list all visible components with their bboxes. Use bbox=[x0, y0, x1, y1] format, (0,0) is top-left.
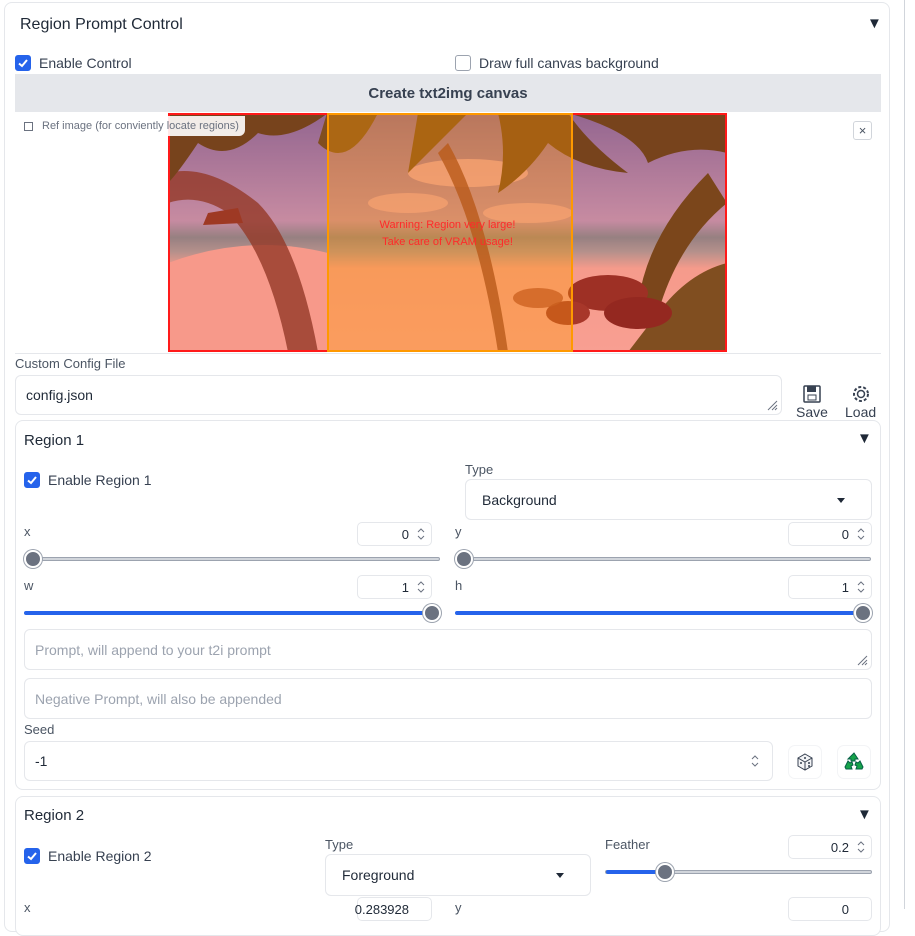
region1-w-number[interactable]: 1 bbox=[357, 575, 432, 599]
checkbox-checked-icon[interactable] bbox=[24, 848, 40, 864]
slider-fill bbox=[456, 611, 870, 615]
region1-w-slider[interactable] bbox=[24, 604, 441, 622]
region1-y-slider[interactable] bbox=[455, 550, 871, 568]
canvas-preview[interactable]: Warning: Region very large! Take care of… bbox=[168, 113, 727, 352]
region2-x-number[interactable]: 0.283928 bbox=[355, 897, 432, 921]
config-label: Custom Config File bbox=[15, 356, 126, 371]
spinner-icon[interactable] bbox=[416, 579, 426, 595]
draw-full-canvas-label: Draw full canvas background bbox=[479, 55, 659, 71]
gear-icon bbox=[852, 386, 869, 402]
region2-y-number[interactable]: 0 bbox=[788, 897, 872, 921]
enable-region2-checkbox[interactable]: Enable Region 2 bbox=[24, 848, 152, 864]
panel-title: Region Prompt Control bbox=[20, 16, 183, 33]
enable-region1-label: Enable Region 1 bbox=[48, 472, 152, 488]
region1-negative-prompt-input[interactable]: Negative Prompt, will also be appended bbox=[24, 678, 872, 719]
spinner-icon[interactable] bbox=[856, 579, 866, 595]
slider-thumb[interactable] bbox=[854, 604, 872, 622]
random-seed-button[interactable] bbox=[789, 746, 821, 778]
region1-h-slider[interactable] bbox=[455, 604, 872, 622]
region1-h-label: h bbox=[455, 578, 463, 593]
vram-warning-line2: Take care of VRAM usage! bbox=[382, 236, 513, 248]
region1-w-label: w bbox=[24, 578, 34, 593]
reuse-seed-button[interactable] bbox=[838, 746, 870, 778]
checkbox-unchecked-icon[interactable] bbox=[455, 55, 471, 71]
region2-title: Region 2 bbox=[24, 807, 85, 824]
region1-x-label: x bbox=[24, 524, 31, 539]
slider-thumb[interactable] bbox=[24, 550, 42, 568]
region1-h-number[interactable]: 1 bbox=[788, 575, 872, 599]
slider-thumb[interactable] bbox=[455, 550, 473, 568]
checkbox-checked-icon[interactable] bbox=[15, 55, 31, 71]
spinner-icon[interactable] bbox=[416, 526, 426, 542]
resize-grip-icon[interactable] bbox=[766, 399, 778, 411]
region1-title: Region 1 bbox=[24, 432, 85, 449]
region1-x-number[interactable]: 0 bbox=[357, 522, 432, 546]
region1-type-label: Type bbox=[465, 462, 494, 477]
config-file-input[interactable]: config.json bbox=[15, 375, 782, 415]
region1-type-select[interactable]: Background bbox=[465, 479, 872, 520]
draw-full-canvas-checkbox[interactable]: Draw full canvas background bbox=[455, 55, 659, 71]
create-canvas-button[interactable]: Create txt2img canvas bbox=[15, 74, 881, 112]
vram-warning-line1: Warning: Region very large! bbox=[379, 219, 516, 231]
region1-seed-label: Seed bbox=[24, 722, 55, 737]
region2-feather-number[interactable]: 0.2 bbox=[788, 835, 872, 859]
enable-region1-checkbox[interactable]: Enable Region 1 bbox=[24, 472, 152, 488]
slider-thumb[interactable] bbox=[423, 604, 441, 622]
region1-prompt-input[interactable]: Prompt, will append to your t2i prompt bbox=[24, 629, 872, 670]
enable-control-label: Enable Control bbox=[39, 55, 132, 71]
page-scrollbar[interactable] bbox=[904, 0, 905, 909]
spinner-icon[interactable] bbox=[750, 753, 760, 769]
region2-y-label: y bbox=[455, 900, 462, 915]
enable-region2-label: Enable Region 2 bbox=[48, 848, 152, 864]
slider-thumb[interactable] bbox=[656, 863, 674, 881]
checkbox-checked-icon[interactable] bbox=[24, 472, 40, 488]
region2-x-label: x bbox=[24, 900, 31, 915]
region2-collapse-triangle-icon[interactable]: ▼ bbox=[857, 806, 872, 823]
chevron-down-icon bbox=[837, 497, 845, 503]
region2-feather-slider[interactable] bbox=[605, 863, 872, 881]
collapse-triangle-icon[interactable]: ▼ bbox=[867, 15, 882, 32]
chevron-down-icon bbox=[556, 873, 564, 878]
region2-feather-label: Feather bbox=[605, 837, 650, 852]
region1-y-label: y bbox=[455, 524, 462, 539]
region1-seed-input[interactable]: -1 bbox=[24, 741, 773, 781]
enable-control-checkbox[interactable]: Enable Control bbox=[15, 55, 132, 71]
close-icon[interactable]: × bbox=[853, 121, 872, 140]
spinner-icon[interactable] bbox=[856, 839, 866, 855]
recycle-icon bbox=[844, 752, 864, 770]
region1-y-number[interactable]: 0 bbox=[788, 522, 872, 546]
dice-icon bbox=[797, 753, 813, 771]
ref-image-label: Ref image (for conviently locate regions… bbox=[16, 116, 245, 136]
load-config-button[interactable]: Load bbox=[845, 384, 876, 420]
resize-grip-icon[interactable] bbox=[856, 654, 868, 666]
save-config-button[interactable]: Save bbox=[796, 384, 828, 420]
spinner-icon[interactable] bbox=[856, 526, 866, 542]
image-icon bbox=[24, 121, 33, 131]
region1-collapse-triangle-icon[interactable]: ▼ bbox=[857, 430, 872, 447]
region2-type-select[interactable]: Foreground bbox=[325, 854, 591, 896]
region2-type-label: Type bbox=[325, 837, 354, 852]
slider-fill bbox=[25, 611, 439, 615]
region1-x-slider[interactable] bbox=[24, 550, 440, 568]
floppy-disk-icon bbox=[803, 385, 821, 403]
